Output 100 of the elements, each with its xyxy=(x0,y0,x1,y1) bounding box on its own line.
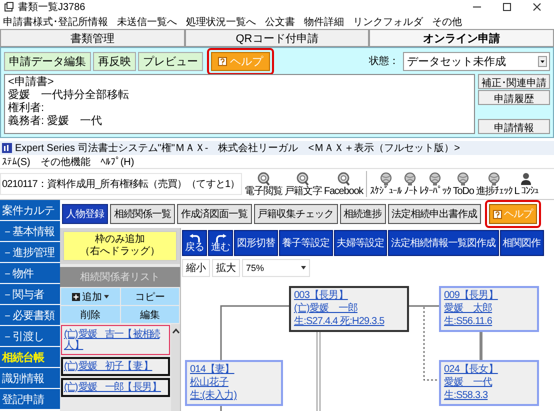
tab[interactable]: 書類管理 xyxy=(0,29,185,46)
add-frame-button[interactable]: 枠のみ追加 （右へドラッグ） xyxy=(63,231,177,261)
help-icon xyxy=(218,56,227,66)
person-list-item[interactable]: (亡) 愛媛 一郎【 長男 】 xyxy=(61,378,170,397)
preview-line: 権利者: xyxy=(8,102,44,115)
nav-item[interactable]: －進捗管理 xyxy=(0,242,60,262)
tab[interactable]: 人物登録 xyxy=(62,204,108,224)
toolbar-button[interactable]: プレビュー xyxy=(138,52,203,70)
node-label[interactable]: (亡)愛媛 一郎 xyxy=(294,303,358,315)
node-label[interactable]: 生:S58.3.3 xyxy=(444,390,488,402)
window-title: 書類一覧J3786 xyxy=(18,0,86,14)
magnifier-icon xyxy=(336,172,350,186)
menu-item[interactable]: ｽﾃﾑ(S) xyxy=(2,156,30,168)
menu-item[interactable]: その他 xyxy=(432,14,462,28)
toolbar-button[interactable]: 戸籍文字 xyxy=(283,172,323,197)
nav-item[interactable]: 登記申請 xyxy=(0,389,60,409)
diagram-tool-button[interactable]: 図形切替 xyxy=(234,230,278,256)
node-label[interactable]: 003【長男】 xyxy=(294,290,348,302)
person-link[interactable]: (亡) 愛媛 初子【 妻 】 xyxy=(64,361,167,372)
menu-item[interactable]: リンクフォルダ xyxy=(353,14,423,28)
node-label[interactable]: 009【長男】 xyxy=(444,290,498,302)
menu-item[interactable]: 申請書様式･登記所情報 xyxy=(3,14,108,28)
node-label[interactable]: 生:S56.11.6 xyxy=(444,316,492,328)
window-title: Expert Series 司法書士システム"権"ＭＡＸ- 株式会社リーガル <ＭＡＸ＋表示（フルセット版）> xyxy=(15,142,460,155)
list-action-button[interactable]: 削除 xyxy=(61,306,120,323)
toolbar-button[interactable]: 申請データ編集 xyxy=(4,52,91,70)
side-button[interactable]: 申請情報 xyxy=(478,119,550,134)
toolbar-button[interactable]: 電子閲覧 xyxy=(244,172,284,197)
person-node[interactable]: 024【長女】 愛媛 一代 生:S58.3.3 xyxy=(439,360,539,406)
node-label[interactable]: 生:S27.4.4 死:H29.3.5 xyxy=(294,316,384,328)
node-label[interactable]: 松山花子 xyxy=(190,377,228,389)
nav-item[interactable]: －物件 xyxy=(0,263,60,283)
globe-icon xyxy=(487,172,502,186)
person-node[interactable]: 009【長男】 愛媛 太郎 生:S56.11.6 xyxy=(439,286,539,332)
maximize-icon[interactable] xyxy=(502,2,512,12)
node-label[interactable]: 愛媛 一代 xyxy=(444,377,492,389)
globe-icon xyxy=(428,172,442,186)
person-list-item[interactable]: (亡) 愛媛 初子【 妻 】 xyxy=(61,357,170,376)
node-label[interactable]: 愛媛 太郎 xyxy=(444,303,492,315)
tab[interactable]: 相続進捗 xyxy=(340,204,386,224)
nav-item[interactable]: －引渡し xyxy=(0,326,60,346)
toolbar-button[interactable]: ﾚﾀｰﾊﾟｯｸ xyxy=(418,172,452,197)
diagram-tool-button[interactable]: 相関図作 xyxy=(500,230,544,256)
tab[interactable]: 戸籍収集チェック xyxy=(254,204,338,224)
zoom-button[interactable]: 縮小 xyxy=(182,259,210,277)
person-node[interactable]: 014【妻】 松山花子 生:(未入力) xyxy=(185,360,283,406)
person-node[interactable]: 003【長男】 (亡)愛媛 一郎 生:S27.4.4 死:H29.3.5 xyxy=(289,286,409,332)
toolbar-button[interactable]: L ｺﾝｼｭ xyxy=(513,172,540,197)
node-label[interactable]: 024【長女】 xyxy=(444,364,498,376)
globe-icon xyxy=(378,172,393,186)
scrollbar[interactable] xyxy=(171,324,180,411)
globe-icon xyxy=(403,172,418,186)
diagram-tool-button[interactable]: 夫婦等設定 xyxy=(334,230,387,256)
tab[interactable]: QRコード付申請 xyxy=(184,29,370,46)
tab[interactable]: 作成済図面一覧 xyxy=(177,204,252,224)
diagram-tool-button[interactable]: 養子等設定 xyxy=(279,230,332,256)
toolbar-button[interactable]: ﾉｰﾄ xyxy=(402,172,418,197)
nav-item[interactable]: －必要書類 xyxy=(0,305,60,325)
node-label[interactable]: 生:(未入力) xyxy=(190,390,237,402)
redo-button[interactable]: 進む xyxy=(208,230,233,256)
nav-item[interactable]: 相続台帳 xyxy=(0,347,60,367)
nav-item[interactable]: －関与者 xyxy=(0,284,60,304)
list-action-button[interactable]: 追加 xyxy=(61,288,120,305)
toolbar-button[interactable]: ｽｹｼﾞｭｰﾙ xyxy=(369,172,402,197)
magnifier-icon xyxy=(296,172,310,186)
nav-item[interactable]: －基本情報 xyxy=(0,221,60,241)
menu-item[interactable]: その他機能 xyxy=(40,154,90,168)
status-label: 状態： xyxy=(369,54,399,68)
menu-item[interactable]: 処理状況一覧へ xyxy=(186,14,256,28)
menu-item[interactable]: 未送信一覧へ xyxy=(117,14,177,28)
tab[interactable]: オンライン申請 xyxy=(369,29,554,46)
scroll-up-icon[interactable] xyxy=(172,328,180,334)
toolbar-button[interactable]: 再反映 xyxy=(93,52,136,70)
nav-item[interactable]: 案件カルテ xyxy=(0,200,60,220)
menu-item[interactable]: 公文書 xyxy=(265,14,295,28)
globe-icon xyxy=(456,172,470,186)
menu-item[interactable]: 物件詳細 xyxy=(304,14,344,28)
nav-item[interactable]: 識別情報 xyxy=(0,368,60,388)
zoom-dropdown[interactable]: 75% xyxy=(242,259,310,277)
tab[interactable]: 法定相続申出書作成 xyxy=(388,204,481,224)
side-button[interactable]: 補正･関連申請 xyxy=(478,74,550,89)
preview-line: <申請書> xyxy=(8,76,54,89)
toolbar-button[interactable]: 進捗ﾁｪｯｸ xyxy=(474,172,514,197)
node-label[interactable]: 014【妻】 xyxy=(190,364,234,376)
diagram-tool-button[interactable]: 法定相続情報一覧図作成 xyxy=(388,230,498,256)
help-icon xyxy=(493,210,502,218)
status-dropdown[interactable]: データセット未作成 xyxy=(403,52,550,70)
toolbar-button[interactable]: ToDo xyxy=(452,172,475,197)
list-action-button[interactable]: コピー xyxy=(120,288,179,305)
toolbar-button[interactable]: Facebook xyxy=(322,172,364,197)
close-icon[interactable] xyxy=(532,2,542,12)
tab[interactable]: 相続関係一覧 xyxy=(110,204,175,224)
preview-line: 義務者: 愛媛 一代 xyxy=(8,115,102,128)
person-link[interactable]: (亡) 愛媛 一郎【 長男 】 xyxy=(64,382,167,393)
list-action-button[interactable]: 編集 xyxy=(120,306,179,323)
undo-button[interactable]: 戻る xyxy=(182,230,207,256)
side-button[interactable]: 申請履歴 xyxy=(478,90,550,105)
zoom-button[interactable]: 拡大 xyxy=(212,259,240,277)
person-icon xyxy=(520,172,532,186)
menu-item[interactable]: ﾍﾙﾌﾟ(H) xyxy=(100,156,134,168)
